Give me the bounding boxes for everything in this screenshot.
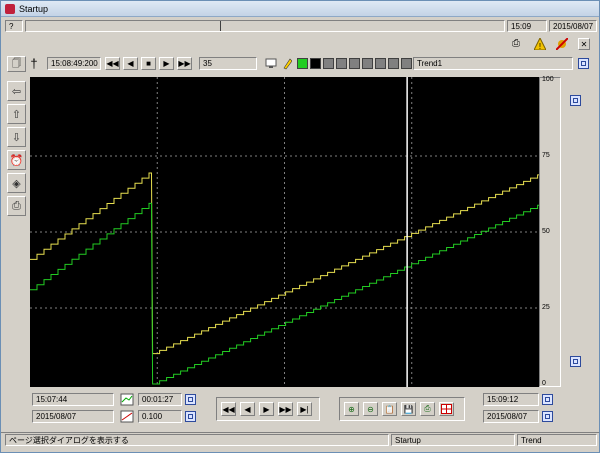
exit-icon[interactable]: ✕ bbox=[578, 38, 590, 50]
clock-date: 2015/08/07 bbox=[549, 20, 597, 32]
cursor-prev-button[interactable]: ◀ bbox=[123, 57, 138, 70]
page-select-button[interactable]: 🗍 bbox=[7, 56, 26, 72]
cursor-next-button[interactable]: ▶ bbox=[159, 57, 174, 70]
end-time-field[interactable]: 15:09:12 bbox=[483, 393, 539, 406]
warning-button[interactable]: ◈ bbox=[7, 173, 26, 193]
zoom-out-button[interactable]: ⊖ bbox=[363, 402, 378, 416]
status-message: ページ選択ダイアログを表示する bbox=[5, 434, 389, 446]
zoom-in-button[interactable]: ⊕ bbox=[344, 402, 359, 416]
ratio-settings-button[interactable] bbox=[185, 411, 196, 422]
scroll-next-button[interactable]: ▶ bbox=[259, 402, 274, 416]
save-button[interactable]: 💾 bbox=[401, 402, 416, 416]
color-swatch[interactable] bbox=[336, 58, 347, 69]
end-date-settings-button[interactable] bbox=[542, 411, 553, 422]
y-axis-top-button[interactable] bbox=[570, 95, 581, 106]
color-swatch[interactable] bbox=[297, 58, 308, 69]
window-title: Startup bbox=[19, 4, 49, 14]
color-swatch[interactable] bbox=[349, 58, 360, 69]
ratio-chart-icon bbox=[120, 410, 134, 423]
span-settings-icon bbox=[188, 397, 193, 402]
start-time-field[interactable]: 15:07:44 bbox=[32, 393, 114, 406]
alarm-button[interactable]: ⏰ bbox=[7, 150, 26, 170]
grid-icon bbox=[441, 404, 452, 414]
back-arrow-icon: ⇦ bbox=[11, 85, 22, 98]
color-swatch[interactable] bbox=[401, 58, 412, 69]
y-axis-bottom-button[interactable] bbox=[570, 356, 581, 367]
up-button[interactable]: ⇧ bbox=[7, 104, 26, 124]
printer-icon: ⎙ bbox=[12, 199, 21, 212]
y-tick-label: 50 bbox=[542, 228, 550, 235]
series-color-swatches bbox=[297, 58, 412, 69]
cursor-stop-button[interactable]: ■ bbox=[141, 57, 156, 70]
printer-green-icon: ⎙ bbox=[424, 404, 431, 413]
message-divider bbox=[220, 21, 221, 31]
start-date-field[interactable]: 2015/08/07 bbox=[32, 410, 114, 423]
color-swatch[interactable] bbox=[362, 58, 373, 69]
monitor-icon[interactable] bbox=[265, 58, 277, 69]
status-divider bbox=[1, 432, 599, 433]
print-chart-button[interactable]: ⎙ bbox=[420, 402, 435, 416]
warning-icon[interactable]: ! bbox=[533, 36, 547, 51]
cursor-first-button[interactable]: ◀◀ bbox=[105, 57, 120, 70]
app-icon bbox=[5, 4, 15, 14]
help-field[interactable]: ? bbox=[5, 20, 23, 32]
chart-svg[interactable] bbox=[30, 77, 539, 387]
trend-window: Startup ? 15:09 2015/08/07 ⎙ ! ✕ 🗍 † 15:… bbox=[0, 0, 600, 453]
print-page-button[interactable]: ⎙ bbox=[7, 196, 26, 216]
scroll-fastfwd-button[interactable]: ▶▶ bbox=[278, 402, 293, 416]
page-icon: 🗍 bbox=[12, 58, 21, 68]
scroll-prev-button[interactable]: ◀ bbox=[240, 402, 255, 416]
y-tick-label: 0 bbox=[542, 380, 546, 387]
scroll-first-button[interactable]: ◀◀ bbox=[221, 402, 236, 416]
cursor-last-button[interactable]: ▶▶ bbox=[177, 57, 192, 70]
cursor-tool-icon[interactable]: † bbox=[28, 56, 40, 72]
trend-settings-button[interactable] bbox=[578, 58, 589, 69]
span-field[interactable]: 00:01:27 bbox=[138, 393, 182, 406]
end-date-settings-icon bbox=[545, 414, 550, 419]
span-settings-button[interactable] bbox=[185, 394, 196, 405]
up-arrow-icon: ⇧ bbox=[11, 108, 22, 121]
zoom-in-icon: ⊕ bbox=[348, 404, 355, 414]
down-arrow-icon: ⇩ bbox=[11, 131, 22, 144]
cursor-value-field[interactable]: 35 bbox=[199, 57, 257, 70]
color-swatch[interactable] bbox=[323, 58, 334, 69]
svg-text:!: ! bbox=[539, 42, 541, 50]
message-bar bbox=[25, 20, 505, 32]
diamond-warning-icon: ◈ bbox=[12, 177, 21, 190]
grid-button[interactable] bbox=[439, 402, 454, 416]
ratio-settings-icon bbox=[188, 414, 193, 419]
ratio-field[interactable]: 0.100 bbox=[138, 410, 182, 423]
end-time-settings-button[interactable] bbox=[542, 394, 553, 405]
zoom-out-icon: ⊖ bbox=[367, 404, 374, 414]
color-swatch[interactable] bbox=[388, 58, 399, 69]
trend-chart[interactable] bbox=[30, 77, 539, 387]
axis-bottom-icon bbox=[573, 359, 578, 364]
clipboard-button[interactable]: 📋 bbox=[382, 402, 397, 416]
span-chart-icon bbox=[120, 393, 134, 406]
y-tick-label: 75 bbox=[542, 152, 550, 159]
scroll-last-button[interactable]: ▶| bbox=[297, 402, 312, 416]
pen-icon[interactable] bbox=[282, 57, 293, 70]
down-button[interactable]: ⇩ bbox=[7, 127, 26, 147]
status-screen: Startup bbox=[391, 434, 515, 446]
settings-icon bbox=[581, 61, 586, 66]
color-swatch[interactable] bbox=[310, 58, 321, 69]
color-swatch[interactable] bbox=[375, 58, 386, 69]
title-bar[interactable]: Startup bbox=[1, 1, 599, 17]
save-icon: 💾 bbox=[403, 404, 414, 414]
end-time-settings-icon bbox=[545, 397, 550, 402]
alarm-clock-icon: ⏰ bbox=[9, 154, 24, 167]
back-button[interactable]: ⇦ bbox=[7, 81, 26, 101]
end-date-field[interactable]: 2015/08/07 bbox=[483, 410, 539, 423]
clipboard-icon: 📋 bbox=[384, 404, 395, 414]
y-tick-label: 25 bbox=[542, 304, 550, 311]
y-tick-label: 100 bbox=[542, 76, 554, 83]
clock-time: 15:09 bbox=[507, 20, 547, 32]
cursor-time-field[interactable]: 15:08:49:200 bbox=[47, 57, 101, 70]
status-mode: Trend bbox=[517, 434, 597, 446]
axis-top-icon bbox=[573, 98, 578, 103]
trend-name-field[interactable]: Trend1 bbox=[413, 57, 573, 70]
alarm-off-icon[interactable] bbox=[555, 37, 569, 51]
print-icon[interactable]: ⎙ bbox=[512, 38, 524, 50]
